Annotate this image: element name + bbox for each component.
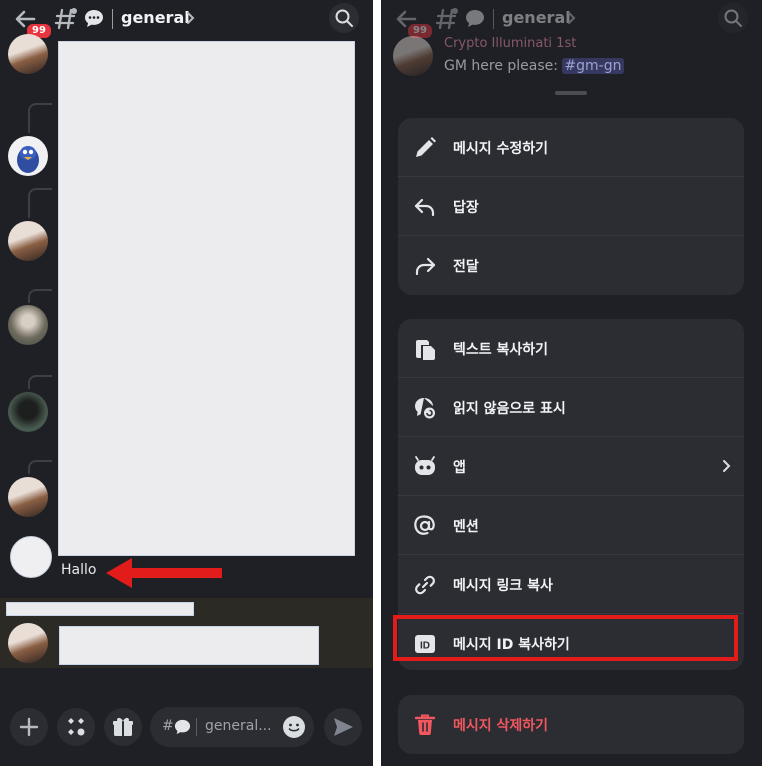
chevron-right-icon [723, 460, 731, 472]
emoji-icon[interactable] [282, 715, 306, 739]
reply-item[interactable]: 답장 [398, 177, 744, 236]
reply-thread-line [28, 103, 52, 133]
background-message: GM here please: #gm-gn [444, 58, 624, 74]
gift-button[interactable] [104, 708, 142, 746]
channel-header: 99 general [381, 0, 762, 40]
channel-hash-icon [435, 8, 458, 30]
chevron-right-icon[interactable] [186, 11, 196, 25]
speech-bubble-icon [174, 719, 191, 735]
item-label: 읽지 않음으로 표시 [453, 401, 566, 417]
avatar[interactable] [8, 34, 48, 74]
item-label: 멘션 [453, 519, 479, 535]
avatar[interactable] [8, 477, 48, 517]
channel-name[interactable]: general [121, 8, 190, 27]
chevron-right-icon [568, 12, 576, 24]
plus-icon [19, 717, 39, 737]
header-divider [493, 9, 494, 29]
apps-item[interactable]: 앱 [398, 437, 744, 496]
input-divider [196, 718, 197, 736]
send-icon [334, 718, 353, 736]
message-text: Hallo [61, 562, 97, 578]
avatar [393, 36, 433, 76]
edit-message-item[interactable]: 메시지 수정하기 [398, 118, 744, 177]
pointer-arrow-annotation [106, 558, 222, 588]
mark-unread-icon [415, 398, 435, 419]
header-divider [112, 9, 113, 29]
reply-thread-line [28, 460, 52, 474]
apps-button[interactable] [57, 708, 95, 746]
speech-bubble-icon [85, 10, 103, 27]
trash-icon [414, 714, 436, 735]
search-button [718, 3, 748, 33]
add-button[interactable] [10, 708, 48, 746]
reply-thread-line [28, 375, 52, 389]
highlight-annotation-box [393, 615, 738, 661]
forward-item[interactable]: 전달 [398, 236, 744, 295]
channel-header: 99 general [0, 0, 373, 40]
app-bot-icon [415, 456, 435, 475]
chat-panel: 99 general Hallo # general... [0, 0, 373, 766]
delete-message-item[interactable]: 메시지 삭제하기 [398, 695, 744, 754]
avatar[interactable] [8, 392, 48, 432]
forward-icon [415, 257, 436, 276]
item-label: 텍스트 복사하기 [453, 342, 549, 358]
avatar[interactable] [8, 623, 48, 663]
context-menu-panel: 99 general Crypto Illuminati 1st GM here… [381, 0, 762, 766]
send-button[interactable] [324, 708, 362, 746]
sheet-handle[interactable] [555, 91, 587, 95]
action-sheet: 메시지 수정하기 답장 전달 텍스트 복사하기 읽지 않음으로 표시 앱 멘션 … [381, 87, 762, 766]
background-channel-tag: #gm-gn [562, 58, 624, 74]
redacted-reply-bar [6, 602, 194, 616]
avatar[interactable] [10, 536, 52, 578]
search-icon [724, 9, 742, 27]
search-icon [335, 9, 353, 27]
background-message-text: GM here please: [444, 58, 558, 74]
gift-icon [113, 717, 133, 736]
copy-text-item[interactable]: 텍스트 복사하기 [398, 319, 744, 378]
search-button[interactable] [329, 3, 359, 33]
pencil-icon [416, 137, 436, 157]
avatar[interactable] [8, 136, 48, 176]
composer-bar: # general... [0, 700, 373, 766]
background-author: Crypto Illuminati 1st [444, 36, 577, 51]
item-label: 메시지 삭제하기 [453, 718, 549, 734]
redacted-message-block [59, 626, 319, 665]
item-label: 앱 [453, 460, 466, 476]
avatar[interactable] [8, 221, 48, 261]
item-label: 답장 [453, 200, 479, 216]
input-channel-prefix: # [162, 718, 174, 734]
mention-icon [414, 515, 435, 535]
avatar[interactable] [8, 305, 48, 345]
mark-unread-item[interactable]: 읽지 않음으로 표시 [398, 378, 744, 437]
mention-item[interactable]: 멘션 [398, 496, 744, 555]
apps-icon [68, 718, 85, 736]
item-label: 메시지 링크 복사 [453, 578, 553, 594]
speech-bubble-icon [466, 10, 484, 27]
item-label: 전달 [453, 259, 479, 275]
link-icon [415, 575, 435, 595]
copy-text-icon [416, 340, 435, 360]
channel-name: general [502, 8, 571, 27]
reply-thread-line [28, 188, 52, 218]
reply-thread-line [28, 289, 52, 303]
action-group-1: 메시지 수정하기 답장 전달 [398, 118, 744, 295]
redacted-message-block [58, 41, 355, 556]
input-placeholder: general... [205, 718, 272, 734]
item-label: 메시지 수정하기 [453, 141, 549, 157]
message-input[interactable]: # general... [150, 707, 314, 747]
channel-hash-icon [54, 8, 77, 30]
action-group-3: 메시지 삭제하기 [398, 695, 744, 754]
copy-message-link-item[interactable]: 메시지 링크 복사 [398, 555, 744, 614]
reply-icon [414, 198, 435, 217]
